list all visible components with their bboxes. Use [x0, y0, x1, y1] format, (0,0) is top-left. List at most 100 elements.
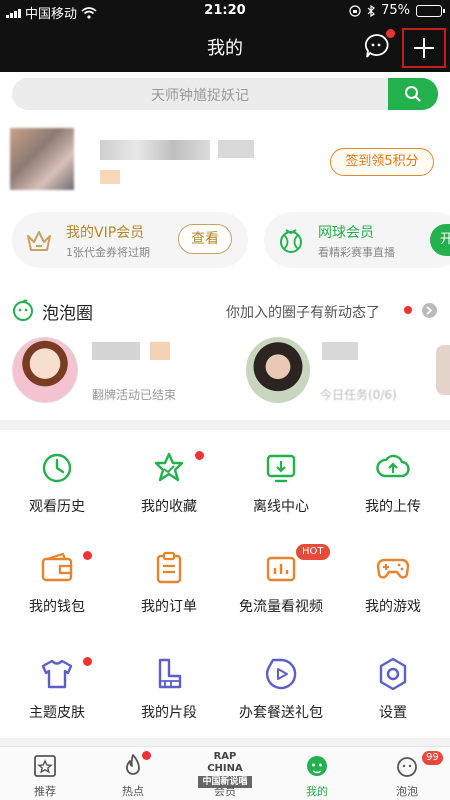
bubble-icon — [13, 299, 33, 321]
tab-mine[interactable]: 我的 — [272, 747, 362, 800]
grid-label: 离线中心 — [253, 499, 309, 515]
search-icon — [405, 86, 421, 102]
hot-badge: HOT — [296, 544, 330, 560]
tennis-title: 网球会员 — [318, 225, 374, 241]
grid-label: 设置 — [379, 705, 407, 721]
order-icon — [156, 551, 182, 584]
bubble-update-dot — [404, 306, 412, 314]
vip-title: 我的VIP会员 — [66, 225, 145, 241]
upload-icon — [376, 454, 410, 478]
battery-percent: 75% — [381, 3, 410, 18]
grid-label: 我的收藏 — [141, 499, 197, 515]
tshirt-icon — [41, 659, 73, 689]
wallet-dot — [83, 551, 92, 560]
grid-item-package-gift[interactable]: 办套餐送礼包 — [225, 646, 337, 746]
tab-label: 会员 — [214, 785, 236, 798]
status-right: 75% — [349, 3, 445, 18]
clip-icon — [158, 658, 182, 689]
grid-label: 免流量看视频 — [239, 599, 323, 615]
grid-label: 我的上传 — [365, 499, 421, 515]
tab-bar: 推荐 热点 RAP CHINA 中国新说唱 会员 我的 99 泡泡 — [0, 746, 450, 800]
add-button[interactable] — [402, 28, 446, 68]
circle-avatar-3-partial[interactable] — [436, 345, 450, 395]
grid-label: 办套餐送礼包 — [239, 705, 323, 721]
grid-label: 我的钱包 — [29, 599, 85, 615]
search-bar[interactable]: 天师钟馗捉妖记 — [12, 78, 438, 110]
grid-item-clips[interactable]: 我的片段 — [113, 646, 225, 746]
grid-label: 我的订单 — [141, 599, 197, 615]
gear-icon — [379, 657, 407, 691]
hot-tab-dot — [142, 751, 151, 760]
play-circle-icon — [265, 658, 297, 690]
bubble-tab-badge: 99 — [422, 751, 443, 765]
tennis-subtitle: 看精彩赛事直播 — [318, 246, 395, 259]
tab-hot[interactable]: 热点 — [88, 747, 178, 800]
grid-item-settings[interactable]: 设置 — [337, 646, 449, 746]
vip-view-button[interactable]: 查看 — [178, 224, 232, 254]
tennis-icon — [280, 229, 302, 253]
circle-name-blurred-1 — [92, 342, 140, 360]
tab-label: 泡泡 — [396, 785, 418, 798]
status-bar: 中国移动 21:20 75% — [0, 0, 450, 22]
grid-item-favorites[interactable]: 我的收藏 — [113, 440, 225, 540]
bubble-update-note[interactable]: 你加入的圈子有新动态了 — [226, 302, 380, 322]
bubble-face-icon — [307, 756, 327, 776]
logo-top-text: RAP CHINA — [207, 751, 243, 774]
top-bar: 中国移动 21:20 75% 我的 — [0, 0, 450, 72]
circle-status-2: 今日任务(0/6) — [320, 388, 397, 402]
gamepad-icon — [376, 558, 410, 579]
circle-avatar-2[interactable] — [246, 337, 310, 403]
vip-subtitle: 1张代金券将过期 — [66, 246, 150, 259]
tab-label: 热点 — [122, 785, 144, 798]
grid-item-offline[interactable]: 离线中心 — [225, 440, 337, 540]
search-placeholder: 天师钟馗捉妖记 — [151, 88, 249, 104]
tennis-open-button[interactable]: 开 — [430, 224, 450, 256]
star-icon — [154, 452, 184, 482]
grid-label: 主题皮肤 — [29, 705, 85, 721]
circle-badge-blurred-1 — [150, 342, 170, 360]
tab-label: 推荐 — [34, 785, 56, 798]
avatar[interactable] — [10, 128, 74, 190]
username-blurred-part — [218, 140, 254, 158]
tennis-card[interactable]: 网球会员 看精彩赛事直播 开 — [264, 212, 450, 268]
plus-icon — [414, 38, 434, 58]
grid-label: 我的游戏 — [365, 599, 421, 615]
grid-item-history[interactable]: 观看历史 — [1, 440, 113, 540]
download-icon — [266, 454, 296, 483]
grid-label: 我的片段 — [141, 705, 197, 721]
tab-bubble[interactable]: 99 泡泡 — [362, 747, 450, 800]
message-icon[interactable] — [364, 33, 390, 59]
bubble-section-title: 泡泡圈 — [42, 304, 93, 324]
tab-label: 我的 — [306, 785, 328, 798]
grid-item-themes[interactable]: 主题皮肤 — [1, 646, 113, 746]
level-badge-blurred — [100, 170, 120, 184]
message-dot — [386, 29, 395, 38]
grid-item-orders[interactable]: 我的订单 — [113, 540, 225, 640]
crown-icon — [27, 231, 51, 251]
grid-item-wallet[interactable]: 我的钱包 — [1, 540, 113, 640]
username-blurred — [100, 140, 210, 160]
vip-card[interactable]: 我的VIP会员 1张代金券将过期 查看 — [12, 212, 248, 268]
battery-icon — [416, 4, 445, 17]
section-divider — [0, 738, 450, 746]
bubble-outline-icon — [397, 757, 417, 777]
tab-member[interactable]: RAP CHINA 中国新说唱 会员 — [180, 747, 270, 800]
circle-avatar-1[interactable] — [12, 337, 78, 403]
chevron-right-icon — [426, 306, 433, 315]
circle-status-1: 翻牌活动已结束 — [92, 388, 177, 402]
bubble-more-button[interactable] — [422, 303, 437, 318]
clock-icon — [42, 453, 72, 483]
rotation-lock-icon — [349, 4, 361, 17]
themes-dot — [83, 657, 92, 666]
search-button[interactable] — [388, 78, 438, 110]
grid-label: 观看历史 — [29, 499, 85, 515]
section-divider — [0, 420, 450, 430]
grid-item-games[interactable]: 我的游戏 — [337, 540, 449, 640]
tv-icon — [266, 556, 296, 582]
checkin-button[interactable]: 签到领5积分 — [330, 148, 434, 176]
grid-item-upload[interactable]: 我的上传 — [337, 440, 449, 540]
tab-recommend[interactable]: 推荐 — [0, 747, 90, 800]
rap-china-logo: RAP CHINA 中国新说唱 — [198, 751, 252, 788]
star-box-icon — [34, 755, 56, 777]
bluetooth-icon — [367, 4, 376, 17]
